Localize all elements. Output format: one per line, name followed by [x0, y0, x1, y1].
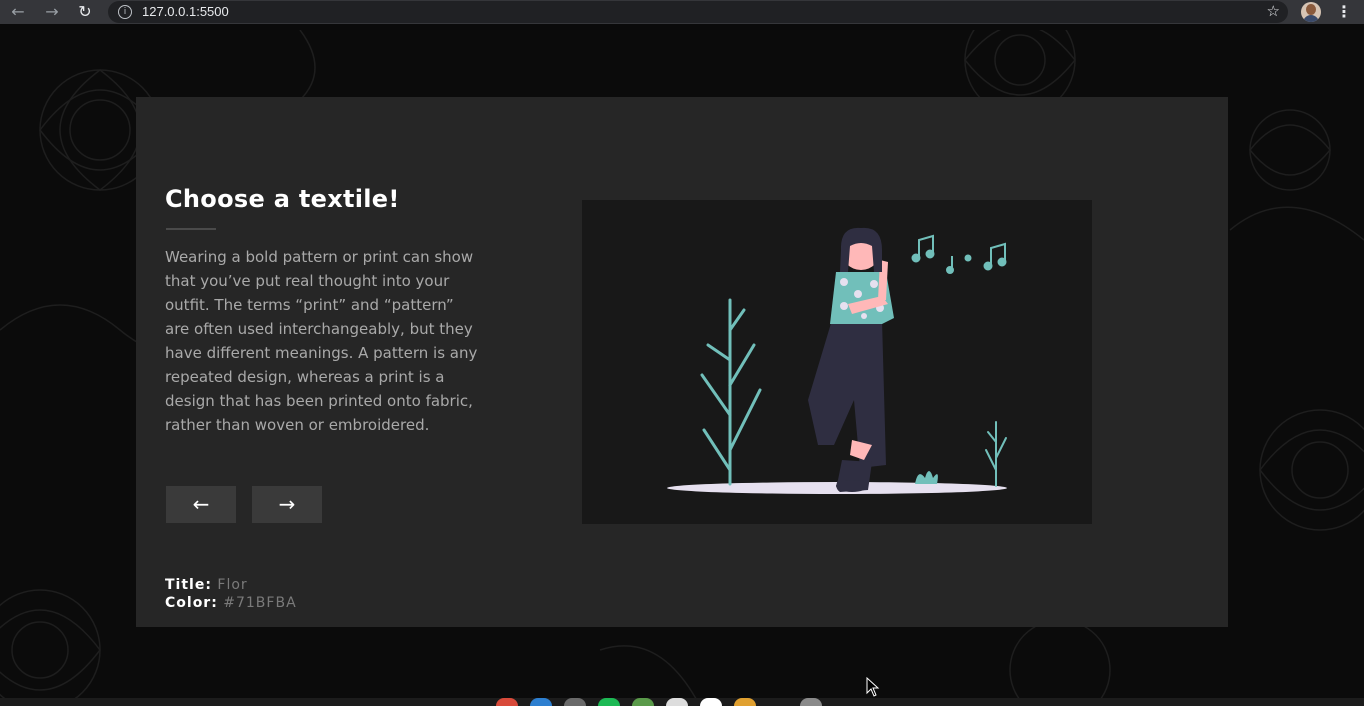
editor-taskbar-icon[interactable] — [734, 698, 756, 706]
textile-illustration — [582, 200, 1092, 524]
card-description: Wearing a bold pattern or print can show… — [165, 248, 478, 434]
address-bar[interactable]: i 127.0.0.1:5500 ☆ — [108, 1, 1288, 23]
woman-listening-music-illustration — [667, 227, 1007, 494]
vscode-taskbar-icon[interactable] — [530, 698, 552, 706]
calculator-taskbar-icon[interactable] — [800, 698, 822, 706]
textile-meta: Title: Flor Color: #71BFBA — [165, 576, 297, 612]
page-body: Choose a textile! Wearing a bold pattern… — [0, 30, 1364, 706]
app-taskbar-icon[interactable] — [700, 698, 722, 706]
kebab-menu-icon[interactable]: ⋮ — [1336, 2, 1352, 22]
url-text[interactable]: 127.0.0.1:5500 — [142, 4, 229, 19]
info-icon[interactable]: i — [118, 5, 132, 19]
card-title: Choose a textile! — [165, 185, 400, 213]
meta-title-key: Title: — [165, 577, 212, 593]
notes-taskbar-icon[interactable] — [666, 698, 688, 706]
files-taskbar-icon[interactable] — [632, 698, 654, 706]
next-button[interactable]: → — [252, 486, 322, 523]
browser-toolbar: ← → ↻ i 127.0.0.1:5500 ☆ ⋮ — [0, 0, 1364, 24]
textile-card: Choose a textile! Wearing a bold pattern… — [136, 97, 1228, 627]
arrow-right-icon: → — [278, 492, 296, 516]
previous-button[interactable]: ← — [166, 486, 236, 523]
meta-color-value: #71BFBA — [223, 595, 297, 611]
arrow-forward-icon[interactable]: → — [42, 2, 62, 22]
arrow-left-icon: ← — [192, 492, 210, 516]
title-divider — [166, 228, 216, 230]
arrow-back-icon[interactable]: ← — [8, 2, 28, 22]
meta-color-key: Color: — [165, 595, 218, 611]
spotify-taskbar-icon[interactable] — [598, 698, 620, 706]
terminal-taskbar-icon[interactable] — [564, 698, 586, 706]
chrome-taskbar-icon[interactable] — [496, 698, 518, 706]
meta-title-value: Flor — [217, 577, 248, 593]
reload-icon[interactable]: ↻ — [75, 2, 95, 22]
profile-avatar[interactable] — [1301, 2, 1321, 22]
mouse-cursor-icon — [866, 677, 880, 697]
star-icon[interactable]: ☆ — [1267, 2, 1280, 20]
